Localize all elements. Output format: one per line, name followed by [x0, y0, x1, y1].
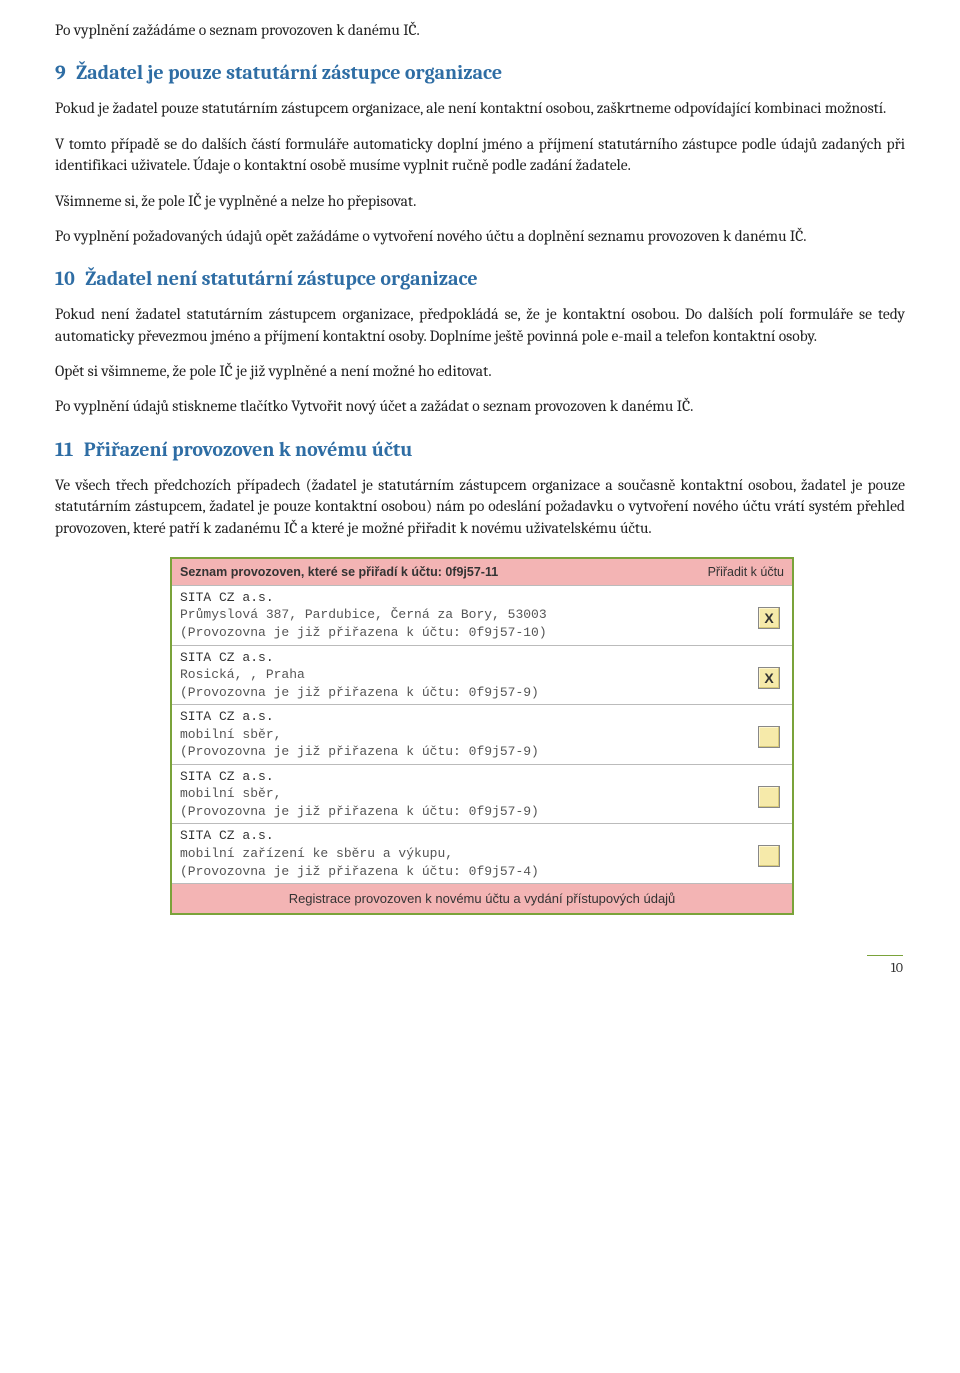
provozovny-table-footer-button[interactable]: Registrace provozoven k novému účtu a vy…: [172, 883, 792, 913]
provozovna-address: Průmyslová 387, Pardubice, Černá za Bory…: [180, 606, 547, 624]
assign-checkbox[interactable]: X: [758, 667, 780, 689]
provozovna-note: (Provozovna je již přiřazena k účtu: 0f9…: [180, 684, 539, 702]
provozovna-address: mobilní sběr,: [180, 726, 539, 744]
table-row: SITA CZ a.s.Průmyslová 387, Pardubice, Č…: [172, 585, 792, 645]
provozovna-text: SITA CZ a.s. mobilní zařízení ke sběru a …: [180, 827, 539, 880]
provozovna-company: SITA CZ a.s.: [180, 828, 274, 843]
assign-checkbox[interactable]: [758, 845, 780, 867]
provozovna-text: SITA CZ a.s.mobilní sběr,(Provozovna je …: [180, 768, 539, 821]
table-title: Seznam provozoven, které se přiřadí k úč…: [180, 565, 498, 579]
provozovna-address: Rosická, , Praha: [180, 666, 539, 684]
provozovna-company: SITA CZ a.s.: [180, 650, 274, 665]
section-10-title: Žadatel není statutární zástupce organiz…: [85, 267, 477, 290]
assign-checkbox[interactable]: [758, 786, 780, 808]
provozovny-table-header: Seznam provozoven, které se přiřadí k úč…: [172, 559, 792, 585]
section-9-number: 9: [55, 61, 66, 84]
page-number: 10: [867, 955, 903, 976]
provozovna-text: SITA CZ a.s. mobilní sběr,(Provozovna je …: [180, 708, 539, 761]
table-row: SITA CZ a.s.mobilní sběr,(Provozovna je …: [172, 764, 792, 824]
section-9-p1: Pokud je žadatel pouze statutárním zástu…: [55, 98, 905, 119]
provozovny-table: Seznam provozoven, které se přiřadí k úč…: [170, 557, 790, 915]
provozovna-note: (Provozovna je již přiřazena k účtu: 0f9…: [180, 743, 539, 761]
section-10-p3: Po vyplnění údajů stiskneme tlačítko Vyt…: [55, 396, 905, 417]
table-row: SITA CZ a.s. mobilní sběr,(Provozovna je …: [172, 704, 792, 764]
provozovna-note: (Provozovna je již přiřazena k účtu: 0f9…: [180, 803, 539, 821]
assign-checkbox[interactable]: X: [758, 607, 780, 629]
section-10-p2: Opět si všimneme, že pole IČ je již vypl…: [55, 361, 905, 382]
section-10-number: 10: [55, 267, 75, 290]
section-9-p3: Všimneme si, že pole IČ je vyplněné a ne…: [55, 191, 905, 212]
section-11-p1: Ve všech třech předchozích případech (ža…: [55, 475, 905, 539]
section-11-heading: 11 Přiřazení provozoven k novému účtu: [55, 438, 905, 461]
table-col-right: Přiřadit k účtu: [708, 565, 784, 579]
provozovna-text: SITA CZ a.s.Rosická, , Praha(Provozovna …: [180, 649, 539, 702]
provozovna-address: mobilní zařízení ke sběru a výkupu,: [180, 845, 539, 863]
provozovna-note: (Provozovna je již přiřazena k účtu: 0f9…: [180, 863, 539, 881]
provozovna-note: (Provozovna je již přiřazena k účtu: 0f9…: [180, 624, 547, 642]
section-10-heading: 10 Žadatel není statutární zástupce orga…: [55, 267, 905, 290]
section-10-p1: Pokud není žadatel statutárním zástupcem…: [55, 304, 905, 347]
provozovna-company: SITA CZ a.s.: [180, 709, 274, 724]
provozovna-company: SITA CZ a.s.: [180, 590, 274, 605]
section-9-p2: V tomto případě se do dalších částí form…: [55, 134, 905, 177]
intro-paragraph: Po vyplnění zažádáme o seznam provozoven…: [55, 20, 905, 41]
section-11-number: 11: [55, 438, 73, 461]
section-9-heading: 9 Žadatel je pouze statutární zástupce o…: [55, 61, 905, 84]
section-9-p4: Po vyplnění požadovaných údajů opět zažá…: [55, 226, 905, 247]
provozovna-address: mobilní sběr,: [180, 785, 539, 803]
section-9-title: Žadatel je pouze statutární zástupce org…: [76, 61, 502, 84]
section-11-title: Přiřazení provozoven k novému účtu: [84, 438, 413, 461]
table-row: SITA CZ a.s. mobilní zařízení ke sběru a …: [172, 823, 792, 883]
provozovna-company: SITA CZ a.s.: [180, 769, 274, 784]
table-row: SITA CZ a.s.Rosická, , Praha(Provozovna …: [172, 645, 792, 705]
provozovna-text: SITA CZ a.s.Průmyslová 387, Pardubice, Č…: [180, 589, 547, 642]
assign-checkbox[interactable]: [758, 726, 780, 748]
